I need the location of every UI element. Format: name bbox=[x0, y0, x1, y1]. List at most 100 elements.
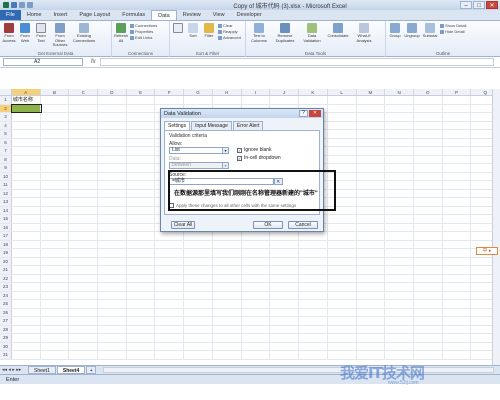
cell[interactable] bbox=[328, 147, 357, 155]
cell[interactable] bbox=[385, 342, 414, 350]
cell[interactable] bbox=[12, 317, 41, 325]
cell[interactable] bbox=[414, 121, 443, 129]
cell[interactable] bbox=[98, 274, 127, 282]
cell[interactable] bbox=[12, 215, 41, 223]
cell[interactable] bbox=[69, 96, 99, 104]
cell[interactable] bbox=[69, 164, 99, 172]
column-header[interactable]: J bbox=[270, 89, 300, 95]
cell[interactable] bbox=[357, 257, 386, 265]
cell[interactable] bbox=[184, 334, 213, 342]
cell[interactable] bbox=[328, 113, 357, 121]
cell[interactable] bbox=[443, 232, 472, 240]
cell[interactable] bbox=[69, 206, 99, 214]
cell[interactable] bbox=[69, 147, 99, 155]
cell[interactable] bbox=[414, 138, 443, 146]
cell[interactable] bbox=[213, 300, 242, 308]
cell[interactable] bbox=[69, 249, 99, 257]
row-header[interactable]: 2 bbox=[0, 104, 12, 112]
row-header[interactable]: 6 bbox=[0, 138, 12, 146]
cell[interactable] bbox=[328, 223, 357, 231]
cell[interactable] bbox=[443, 240, 472, 248]
cell[interactable] bbox=[41, 342, 70, 350]
cell[interactable] bbox=[443, 113, 472, 121]
cell[interactable] bbox=[385, 291, 414, 299]
column-header[interactable]: N bbox=[385, 89, 414, 95]
cell[interactable] bbox=[414, 215, 443, 223]
cell[interactable] bbox=[299, 232, 328, 240]
cell[interactable] bbox=[357, 240, 386, 248]
cell[interactable] bbox=[443, 172, 472, 180]
tab-page-layout[interactable]: Page Layout bbox=[73, 10, 116, 20]
connections-button[interactable]: Connections bbox=[130, 23, 157, 28]
cell[interactable] bbox=[385, 206, 414, 214]
cell[interactable] bbox=[41, 308, 70, 316]
cell[interactable] bbox=[213, 274, 242, 282]
cell[interactable] bbox=[414, 249, 443, 257]
cell[interactable] bbox=[443, 181, 472, 189]
cell[interactable] bbox=[299, 300, 328, 308]
add-sheet-button[interactable]: + bbox=[86, 366, 97, 374]
cell[interactable] bbox=[98, 257, 127, 265]
cell[interactable] bbox=[357, 155, 386, 163]
cell[interactable] bbox=[357, 96, 386, 104]
cell[interactable] bbox=[270, 274, 300, 282]
cell[interactable] bbox=[69, 325, 99, 333]
cell[interactable] bbox=[414, 181, 443, 189]
row-header[interactable]: 17 bbox=[0, 232, 12, 240]
cell[interactable] bbox=[98, 206, 127, 214]
cell[interactable] bbox=[12, 308, 41, 316]
cell[interactable] bbox=[127, 266, 156, 274]
cell[interactable] bbox=[98, 130, 127, 138]
cell[interactable] bbox=[69, 351, 99, 359]
in-cell-dropdown-checkbox[interactable]: ✓ In-cell dropdown bbox=[237, 155, 281, 161]
sort-az-button[interactable] bbox=[172, 23, 184, 34]
cell[interactable] bbox=[12, 342, 41, 350]
cell[interactable]: 城市名称 bbox=[12, 96, 41, 104]
cell[interactable] bbox=[184, 96, 213, 104]
cell[interactable] bbox=[270, 300, 300, 308]
cell[interactable] bbox=[242, 266, 271, 274]
tab-view[interactable]: View bbox=[207, 10, 231, 20]
cell[interactable] bbox=[443, 257, 472, 265]
cell[interactable] bbox=[357, 189, 386, 197]
cell[interactable] bbox=[328, 291, 357, 299]
cell[interactable] bbox=[12, 274, 41, 282]
cell[interactable] bbox=[385, 317, 414, 325]
cell[interactable] bbox=[443, 351, 472, 359]
cell[interactable] bbox=[357, 130, 386, 138]
cell[interactable] bbox=[69, 223, 99, 231]
save-icon[interactable] bbox=[11, 2, 17, 8]
cell[interactable] bbox=[127, 223, 156, 231]
cell[interactable] bbox=[127, 232, 156, 240]
consolidate-button[interactable]: Consolidate bbox=[326, 23, 350, 39]
row-header[interactable]: 1 bbox=[0, 96, 12, 104]
cell[interactable] bbox=[184, 257, 213, 265]
column-header[interactable]: L bbox=[328, 89, 357, 95]
cell[interactable] bbox=[41, 104, 70, 112]
cell[interactable] bbox=[127, 121, 156, 129]
cell[interactable] bbox=[127, 181, 156, 189]
reapply-button[interactable]: Reapply bbox=[218, 29, 241, 34]
cell[interactable] bbox=[213, 249, 242, 257]
cell[interactable] bbox=[414, 283, 443, 291]
cell[interactable] bbox=[443, 325, 472, 333]
cell[interactable] bbox=[385, 104, 414, 112]
cell[interactable] bbox=[357, 172, 386, 180]
row-header[interactable]: 16 bbox=[0, 223, 12, 231]
cell[interactable] bbox=[69, 113, 99, 121]
ime-widget[interactable]: 中 ▸ bbox=[476, 247, 498, 255]
cell[interactable] bbox=[385, 121, 414, 129]
cell[interactable] bbox=[213, 351, 242, 359]
cell[interactable] bbox=[98, 317, 127, 325]
cell[interactable] bbox=[41, 223, 70, 231]
cell[interactable] bbox=[357, 181, 386, 189]
cell[interactable] bbox=[127, 325, 156, 333]
cell[interactable] bbox=[357, 351, 386, 359]
cell[interactable] bbox=[385, 300, 414, 308]
cell[interactable] bbox=[414, 266, 443, 274]
cell[interactable] bbox=[242, 249, 271, 257]
cell[interactable] bbox=[127, 113, 156, 121]
cell[interactable] bbox=[155, 334, 185, 342]
column-header[interactable]: M bbox=[357, 89, 386, 95]
cell[interactable] bbox=[385, 130, 414, 138]
